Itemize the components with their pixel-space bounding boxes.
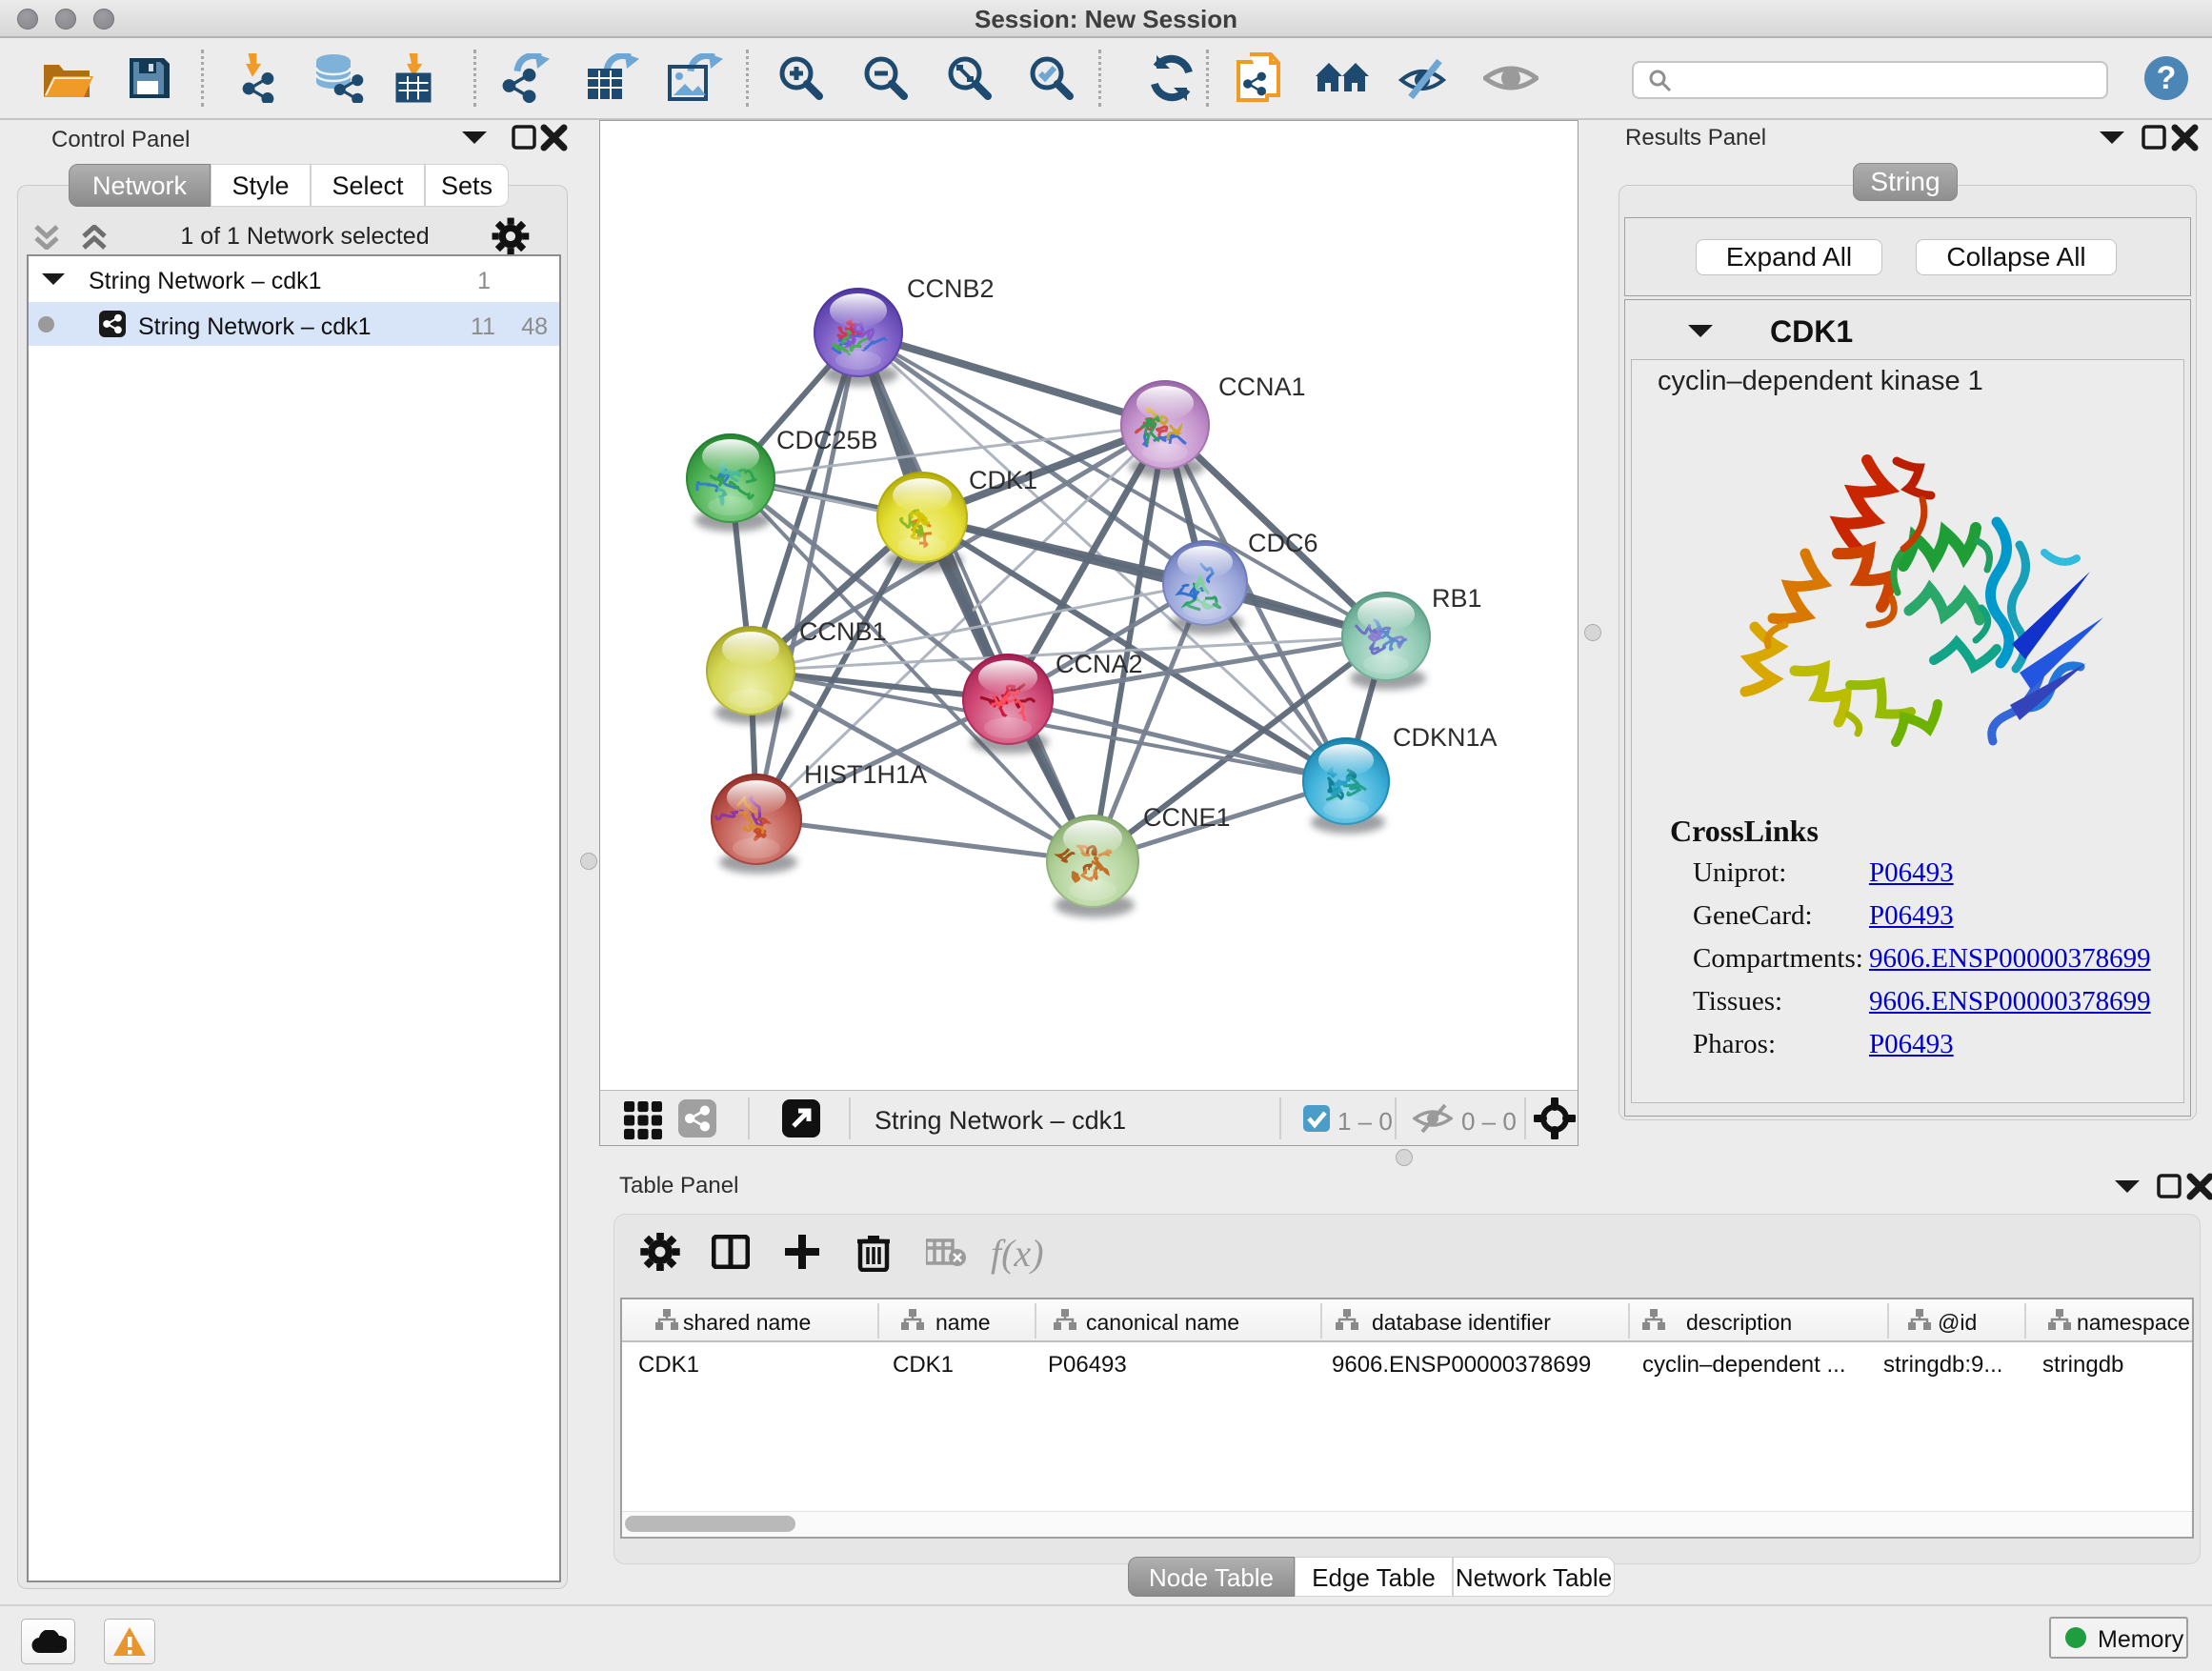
svg-text:CCNE1: CCNE1	[1143, 803, 1231, 832]
svg-text:HIST1H1A: HIST1H1A	[804, 760, 927, 789]
svg-text:CCNB1: CCNB1	[799, 617, 887, 646]
svg-text:CCNA1: CCNA1	[1218, 372, 1306, 401]
svg-text:RB1: RB1	[1432, 584, 1482, 613]
svg-text:CCNB2: CCNB2	[907, 274, 995, 303]
svg-text:CDKN1A: CDKN1A	[1393, 723, 1498, 752]
svg-text:CDK1: CDK1	[969, 466, 1037, 494]
svg-text:CDC6: CDC6	[1248, 529, 1318, 557]
svg-text:CCNA2: CCNA2	[1056, 650, 1143, 678]
svg-text:CDC25B: CDC25B	[776, 426, 878, 454]
